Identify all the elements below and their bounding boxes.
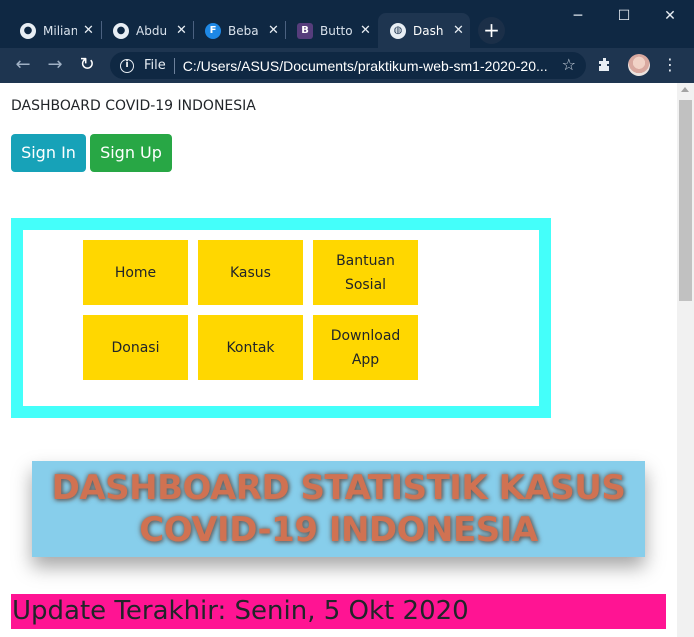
bookmark-star-icon[interactable]: ☆ <box>562 55 576 74</box>
address-divider <box>173 57 175 74</box>
reload-icon[interactable]: ↻ <box>75 53 99 77</box>
close-tab-icon[interactable]: ✕ <box>176 23 187 38</box>
profile-avatar[interactable] <box>628 54 650 76</box>
close-tab-icon[interactable]: ✕ <box>268 23 279 38</box>
file-scheme-label: File <box>144 58 166 73</box>
browser-tab-active[interactable]: ◍ Dash ✕ <box>378 13 470 48</box>
menu-item-bantuan-sosial[interactable]: Bantuan Sosial <box>313 240 418 305</box>
bootstrap-icon: B <box>297 22 313 39</box>
address-bar[interactable]: i File C:/Users/ASUS/Documents/praktikum… <box>110 52 586 79</box>
menu-item-kontak[interactable]: Kontak <box>198 315 303 380</box>
new-tab-button[interactable]: + <box>478 17 505 44</box>
tab-title: Dash <box>413 23 444 38</box>
close-window-icon[interactable]: ✕ <box>647 2 693 30</box>
close-tab-icon[interactable]: ✕ <box>360 23 371 38</box>
menu-item-donasi[interactable]: Donasi <box>83 315 188 380</box>
browser-tab[interactable]: ● Abdu ✕ <box>101 13 194 48</box>
page-viewport: DASHBOARD COVID-19 INDONESIA Sign In Sig… <box>0 83 677 637</box>
f-icon: F <box>205 22 221 39</box>
vertical-scrollbar[interactable] <box>677 83 694 637</box>
tab-title: Abdu <box>136 23 168 38</box>
close-tab-icon[interactable]: ✕ <box>453 23 464 38</box>
tab-title: Beba <box>228 23 259 38</box>
minimize-icon[interactable]: ─ <box>555 2 601 30</box>
page-heading: DASHBOARD COVID-19 INDONESIA <box>11 98 256 114</box>
sign-in-button[interactable]: Sign In <box>11 134 86 172</box>
maximize-icon[interactable]: ☐ <box>601 2 647 30</box>
forward-arrow-icon[interactable]: → <box>43 53 67 77</box>
banner-title-line1: DASHBOARD STATISTIK KASUS <box>51 468 626 508</box>
back-arrow-icon[interactable]: ← <box>11 53 35 77</box>
info-icon[interactable]: i <box>120 58 134 73</box>
extensions-puzzle-icon[interactable] <box>597 57 613 73</box>
globe-icon: ◍ <box>390 22 406 39</box>
browser-titlebar: ● Milian ✕ ● Abdu ✕ F Beba ✕ B Butto ✕ ◍… <box>0 0 694 48</box>
sign-up-button[interactable]: Sign Up <box>90 134 172 172</box>
browser-toolbar: ← → ↻ i File C:/Users/ASUS/Documents/pra… <box>0 48 694 83</box>
banner-title-line2: COVID-19 INDONESIA <box>139 510 538 550</box>
last-update-bar: Update Terakhir: Senin, 5 Okt 2020 <box>11 594 666 629</box>
tab-title: Milian <box>43 23 77 38</box>
menu-item-home[interactable]: Home <box>83 240 188 305</box>
menu-kebab-icon[interactable]: ⋮ <box>662 54 678 76</box>
github-icon: ● <box>113 22 129 39</box>
github-icon: ● <box>20 22 36 39</box>
menu-container: Home Kasus Bantuan Sosial Donasi Kontak D… <box>11 218 551 418</box>
scroll-up-arrow-icon[interactable] <box>681 87 689 92</box>
scrollbar-thumb[interactable] <box>679 100 692 301</box>
menu-item-download-app[interactable]: Download App <box>313 315 418 380</box>
close-tab-icon[interactable]: ✕ <box>83 23 94 38</box>
menu-item-kasus[interactable]: Kasus <box>198 240 303 305</box>
url-text[interactable]: C:/Users/ASUS/Documents/praktikum-web-sm… <box>183 58 551 74</box>
tab-title: Butto <box>320 23 353 38</box>
browser-tab[interactable]: F Beba ✕ <box>193 13 286 48</box>
browser-tab[interactable]: ● Milian ✕ <box>8 13 102 48</box>
statistics-banner: DASHBOARD STATISTIK KASUS COVID-19 INDON… <box>32 461 645 557</box>
browser-tab[interactable]: B Butto ✕ <box>285 13 377 48</box>
